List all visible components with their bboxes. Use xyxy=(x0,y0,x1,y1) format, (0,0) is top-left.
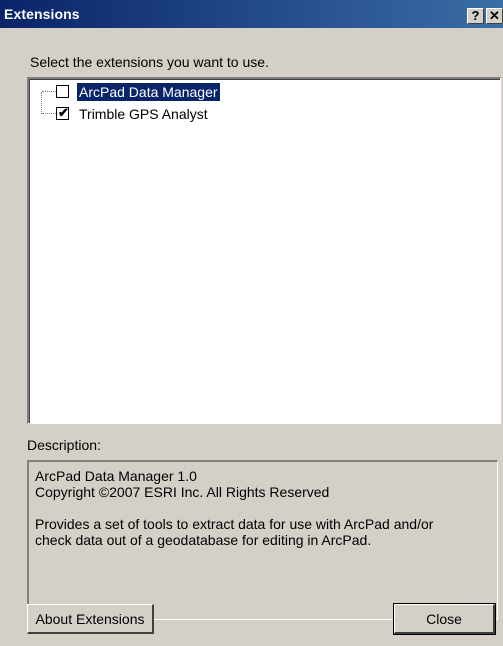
extensions-dialog: Extensions ? ✕ Select the extensions you… xyxy=(0,0,503,646)
description-label: Description: xyxy=(27,437,101,453)
close-button[interactable]: Close xyxy=(394,604,495,634)
about-extensions-button[interactable]: About Extensions xyxy=(27,604,154,634)
help-icon: ? xyxy=(471,8,480,23)
description-line: Provides a set of tools to extract data … xyxy=(35,516,434,532)
tree-connector-line xyxy=(41,92,42,114)
instructions-label: Select the extensions you want to use. xyxy=(30,54,269,70)
close-icon: ✕ xyxy=(489,8,500,23)
description-line: Copyright ©2007 ESRI Inc. All Rights Res… xyxy=(35,484,330,500)
tree-branch-line xyxy=(42,113,56,114)
extension-checkbox[interactable] xyxy=(56,85,69,98)
description-box: ArcPad Data Manager 1.0 Copyright ©2007 … xyxy=(27,460,498,620)
tree-branch-line xyxy=(42,91,56,92)
title-close-button[interactable]: ✕ xyxy=(486,8,503,24)
description-blank-line xyxy=(35,500,491,516)
checkmark-icon: ✔ xyxy=(58,105,69,120)
extension-label[interactable]: Trimble GPS Analyst xyxy=(77,105,210,123)
extension-checkbox[interactable]: ✔ xyxy=(56,105,69,120)
extensions-list[interactable]: ArcPad Data Manager ✔ Trimble GPS Analys… xyxy=(27,77,501,424)
extension-label[interactable]: ArcPad Data Manager xyxy=(77,83,220,101)
dialog-title: Extensions xyxy=(4,6,80,22)
description-line: check data out of a geodatabase for edit… xyxy=(35,532,372,548)
title-bar[interactable]: Extensions ? ✕ xyxy=(0,0,503,28)
description-line: ArcPad Data Manager 1.0 xyxy=(35,468,197,484)
help-button[interactable]: ? xyxy=(467,8,484,24)
